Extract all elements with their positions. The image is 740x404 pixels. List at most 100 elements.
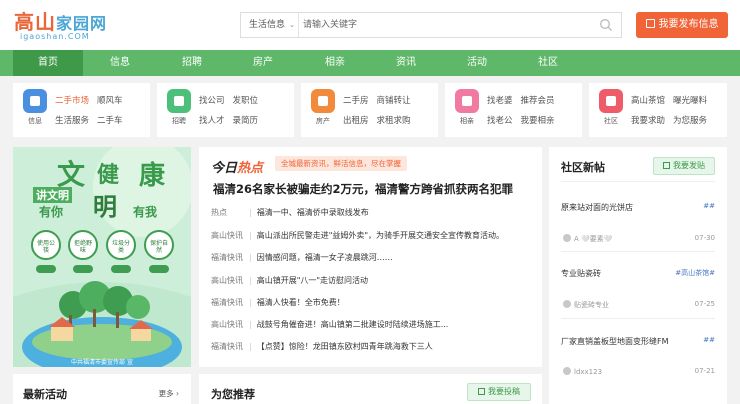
post-user: A 🤍要素🤍 [563,234,612,244]
edit-icon [663,162,670,169]
link-used-cars[interactable]: 二手车 [97,111,123,131]
nav-events[interactable]: 活动 [442,50,512,76]
link-find-husband[interactable]: 找老公 [487,111,513,131]
divider [561,251,715,252]
logo-subtext: igaoshan.COM [20,32,90,41]
hot-news-title: 今日热点 [211,157,263,176]
latest-activities-title: 最新活动 [23,388,67,401]
link-service[interactable]: 为您服务 [673,111,707,131]
hot-news-panel: 今日热点 全城最新资讯，鲜活信息，尽在掌握 福清26名家长被骗走约2万元，福清警… [199,147,542,367]
post-date: 07-30 [694,234,715,242]
site-header: 高山家园网 igaoshan.COM 生活信息⌄ 我要发布信息 [0,0,740,50]
link-carpool[interactable]: 顺风车 [97,91,123,111]
edit-icon [478,388,485,395]
link-find-company[interactable]: 找公司 [199,91,225,111]
nav-dating[interactable]: 相亲 [300,50,370,76]
link-help[interactable]: 我要求助 [631,111,665,131]
news-row[interactable]: 高山快讯 | 高山镇开展"八一"走访慰问活动 [211,275,531,291]
link-dating[interactable]: 我要相亲 [521,111,555,131]
category-label: 社区 [604,117,618,125]
news-category: 热点 [211,208,227,217]
link-post-job[interactable]: 发职位 [233,91,259,111]
post-tag[interactable]: #高山茶馆# [675,268,715,278]
news-category: 福清快讯 [211,342,243,351]
news-title: 高山派出所民警走进"益姆外卖"，为骑手开展交通安全宣传教育活动。 [256,231,505,240]
post-title[interactable]: 专业贴瓷砖 [561,268,601,279]
building-icon[interactable] [311,89,335,113]
news-title: 战鼓号角催奋进！高山镇第二批建设时陆续进场施工... [256,320,449,329]
submit-article-button[interactable]: 我要投稿 [467,383,531,401]
link-recommended-members[interactable]: 推荐会员 [521,91,555,111]
post-username: ldxx123 [574,368,603,376]
post-title[interactable]: 厂家直销盖板型地面变形缝FM [561,336,669,347]
news-row[interactable]: 福清快讯 | 福清人快看！全市免费！ [211,297,531,313]
news-row[interactable]: 热点 | 福清一中、福清侨中录取线发布 [211,207,531,223]
news-title: 高山镇开展"八一"走访慰问活动 [256,276,369,285]
link-shop-transfer[interactable]: 商铺转让 [377,91,411,111]
avatar [563,234,571,242]
edit-icon [645,19,655,28]
banner-circle-1: 使用公筷 [36,240,55,254]
hot-news-headline[interactable]: 福清26名家长被骗走约2万元，福清警方跨省抓获两名犯罪 [213,181,533,197]
link-find-talent[interactable]: 找人才 [199,111,225,131]
news-title: 【点赞】惊险！龙田镇东欧村四青年跳海救下三人 [256,342,433,351]
news-category: 高山快讯 [211,231,243,240]
nav-community[interactable]: 社区 [513,50,583,76]
link-rental[interactable]: 出租房 [343,111,369,131]
news-row[interactable]: 高山快讯 | 战鼓号角催奋进！高山镇第二批建设时陆续进场施工... [211,319,531,335]
search-box: 生活信息 ⌄ [240,12,622,38]
link-exposure[interactable]: 曝光曝料 [673,91,707,111]
logo-text: 高山 [14,10,56,34]
post-tag[interactable]: ## [703,202,715,210]
banner-circle-4: 保护自然 [149,240,168,254]
publish-label: 我要发布信息 [658,19,719,30]
news-category: 福清快讯 [211,298,243,307]
link-wanted[interactable]: 求租求购 [377,111,411,131]
post-user: 贴瓷砖专业 [563,300,609,310]
post-tag[interactable]: ## [703,336,715,344]
link-second-hand-market[interactable]: 二手市场 [55,91,89,111]
main-nav: 首页 信息 招聘 房产 相亲 资讯 活动 社区 [0,50,740,76]
publish-info-button[interactable]: 我要发布信息 [636,12,728,38]
new-post-button[interactable]: 我要发贴 [653,157,715,175]
banner-char-mid: 明 [93,193,117,221]
banner-text-left: 讲文明 [33,187,72,203]
news-title: 因情感问题，福清一女子凌晨跳河…… [256,253,393,262]
news-category: 福清快讯 [211,253,243,262]
nav-jobs[interactable]: 招聘 [157,50,227,76]
submit-article-label: 我要投稿 [488,387,520,396]
link-resume[interactable]: 录简历 [233,111,259,131]
community-icon[interactable] [599,89,623,113]
nav-news[interactable]: 资讯 [371,50,441,76]
briefcase-icon[interactable] [167,89,191,113]
banner-char-2: 健 [97,163,120,188]
category-label: 房产 [316,117,330,125]
logo-text-2: 家园网 [56,14,108,33]
recommend-panel: 为您推荐 我要投稿 [199,374,542,404]
link-find-wife[interactable]: 找老婆 [487,91,513,111]
post-title[interactable]: 原来站对面的光饼店 [561,202,633,213]
community-title: 社区新帖 [561,161,605,174]
link-tea-house[interactable]: 高山茶馆 [631,91,665,111]
nav-home[interactable]: 首页 [13,50,83,76]
category-label: 相亲 [460,117,474,125]
search-category-select[interactable]: 生活信息 ⌄ [241,13,299,37]
news-row[interactable]: 福清快讯 | 【点赞】惊险！龙田镇东欧村四青年跳海救下三人 [211,341,531,357]
link-life-services[interactable]: 生活服务 [55,111,89,131]
link-second-hand-house[interactable]: 二手房 [343,91,369,111]
post-date: 07-25 [694,300,715,308]
site-logo[interactable]: 高山家园网 igaoshan.COM [14,6,124,44]
nav-info[interactable]: 信息 [85,50,155,76]
nav-property[interactable]: 房产 [228,50,298,76]
search-input[interactable] [303,15,583,35]
info-icon[interactable] [23,89,47,113]
news-row[interactable]: 福清快讯 | 因情感问题，福清一女子凌晨跳河…… [211,252,531,268]
category-card-dating: 相亲 找老婆 推荐会员 找老公 我要相亲 [445,83,582,137]
heart-icon[interactable] [455,89,479,113]
post-username: A 🤍要素🤍 [574,235,613,243]
health-banner[interactable]: 文 健 康 讲文明 明 有你 有我 使用公筷 拒绝野味 垃圾分类 保护自然 中共… [13,147,191,367]
search-icon[interactable] [599,18,613,32]
news-row[interactable]: 高山快讯 | 高山派出所民警走进"益姆外卖"，为骑手开展交通安全宣传教育活动。 [211,230,531,246]
more-link[interactable]: 更多 › [159,388,179,399]
category-card-info: 信息 二手市场 顺风车 生活服务 二手车 [13,83,150,137]
